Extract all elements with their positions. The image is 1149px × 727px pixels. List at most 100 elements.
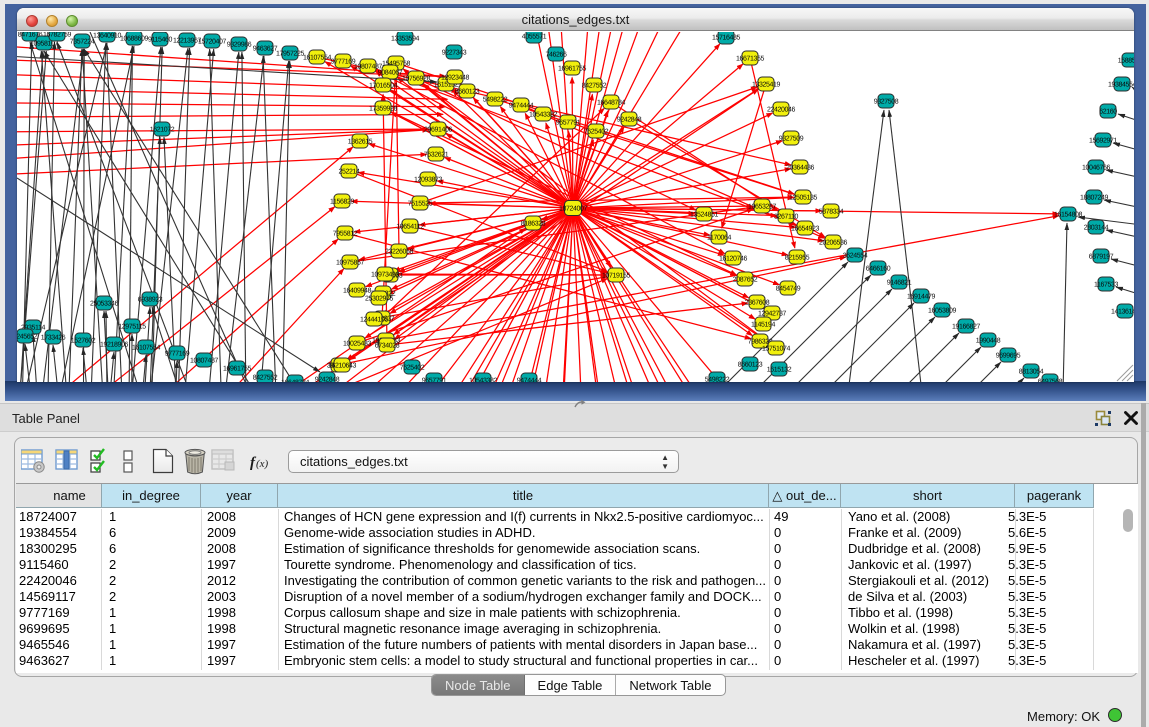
svg-text:7625402: 7625402: [584, 129, 609, 136]
svg-text:1527602: 1527602: [71, 338, 96, 345]
svg-text:18724007: 18724007: [559, 206, 587, 213]
svg-text:9227343: 9227343: [442, 50, 467, 57]
svg-text:9146821: 9146821: [887, 280, 912, 287]
svg-text:19166827: 19166827: [952, 324, 980, 331]
svg-text:12444195: 12444195: [360, 317, 388, 324]
svg-text:746266: 746266: [546, 52, 567, 59]
svg-text:20691406: 20691406: [424, 127, 452, 134]
svg-text:2367608: 2367608: [745, 300, 770, 307]
svg-text:6879197: 6879197: [1089, 254, 1114, 261]
svg-text:12942737: 12942737: [758, 311, 786, 318]
svg-text:16654923: 16654923: [791, 226, 819, 233]
svg-text:9242848: 9242848: [315, 377, 340, 383]
svg-text:12975115: 12975115: [118, 324, 146, 331]
svg-text:9777169: 9777169: [165, 351, 190, 358]
svg-text:7955812: 7955812: [333, 231, 358, 238]
svg-text:9084067: 9084067: [378, 70, 403, 77]
svg-text:16648784: 16648784: [281, 380, 309, 383]
svg-text:9657791: 9657791: [422, 378, 447, 383]
svg-text:10654112: 10654112: [396, 224, 424, 231]
svg-text:6466160: 6466160: [866, 266, 891, 273]
svg-text:9777169: 9777169: [331, 59, 356, 66]
svg-text:10719155: 10719155: [602, 273, 630, 280]
svg-text:8660123: 8660123: [455, 89, 480, 96]
svg-text:10543382: 10543382: [529, 112, 557, 119]
svg-text:9242848: 9242848: [617, 117, 642, 124]
svg-text:3267110: 3267110: [774, 214, 798, 221]
svg-text:4055571: 4055571: [522, 34, 547, 41]
svg-text:1615132: 1615132: [767, 367, 792, 374]
svg-text:5498222: 5498222: [705, 377, 730, 383]
svg-text:1170064: 1170064: [707, 235, 731, 242]
svg-text:10046766: 10046766: [1082, 165, 1110, 172]
svg-text:7357224: 7357224: [70, 39, 95, 46]
svg-text:9463627: 9463627: [253, 46, 278, 53]
svg-text:62160: 62160: [1099, 109, 1117, 116]
svg-text:10958107: 10958107: [30, 41, 58, 48]
svg-text:17957225: 17957225: [276, 51, 304, 58]
svg-text:1990448: 1990448: [976, 338, 1001, 345]
svg-text:9115460: 9115460: [148, 37, 172, 44]
svg-text:16107554: 16107554: [132, 345, 160, 352]
svg-text:9657791: 9657791: [556, 120, 581, 127]
svg-text:17016504: 17016504: [369, 83, 397, 90]
svg-text:19218906: 19218906: [100, 342, 128, 349]
svg-text:25302975: 25302975: [365, 296, 393, 303]
svg-text:9329986: 9329986: [227, 42, 252, 49]
svg-text:9699695: 9699695: [996, 353, 1021, 360]
svg-text:8813054: 8813054: [1019, 369, 1044, 376]
svg-text:6938923: 6938923: [138, 297, 163, 304]
svg-text:13353594: 13353594: [391, 36, 419, 43]
svg-text:6734028: 6734028: [375, 343, 400, 350]
svg-text:16671355: 16671355: [736, 56, 764, 63]
svg-text:20206536: 20206536: [819, 240, 847, 247]
svg-text:16914479: 16914479: [907, 294, 935, 301]
svg-text:10025433: 10025433: [343, 341, 371, 348]
svg-text:1156829: 1156829: [330, 199, 354, 206]
svg-text:5498222: 5498222: [483, 97, 508, 104]
svg-text:8660123: 8660123: [738, 362, 763, 369]
svg-text:8454749: 8454749: [776, 286, 801, 293]
svg-text:23226058: 23226058: [385, 249, 413, 256]
svg-text:9474444: 9474444: [509, 103, 534, 110]
svg-text:16961755: 16961755: [223, 366, 251, 373]
svg-text:12093873: 12093873: [414, 177, 442, 184]
svg-text:8186328: 8186328: [521, 221, 546, 228]
svg-text:15720407: 15720407: [198, 39, 226, 46]
svg-text:8427552: 8427552: [253, 375, 278, 382]
svg-text:1733426: 1733426: [41, 335, 66, 342]
svg-text:2087652: 2087652: [733, 277, 758, 284]
svg-text:22420046: 22420046: [767, 107, 795, 114]
svg-text:13524851: 13524851: [690, 212, 718, 219]
svg-text:10543382: 10543382: [469, 378, 497, 383]
svg-text:16409948: 16409948: [343, 288, 371, 295]
svg-text:2803144: 2803144: [1084, 225, 1109, 232]
svg-text:10688609: 10688609: [120, 36, 148, 43]
svg-text:(x): (x): [256, 458, 269, 470]
svg-text:252214: 252214: [339, 169, 360, 176]
svg-text:16782759: 16782759: [43, 32, 71, 39]
svg-text:10756928: 10756928: [402, 76, 430, 83]
svg-text:10973493: 10973493: [371, 272, 399, 279]
svg-text:16107554: 16107554: [303, 55, 331, 62]
svg-text:7625402: 7625402: [400, 365, 425, 372]
svg-text:10653267: 10653267: [748, 204, 776, 211]
svg-text:7632621: 7632621: [424, 152, 449, 159]
svg-text:19384554: 19384554: [1108, 82, 1134, 89]
svg-text:1588520: 1588520: [1118, 58, 1134, 65]
svg-text:20364436: 20364436: [786, 165, 814, 172]
svg-text:7515525: 7515525: [408, 201, 433, 208]
svg-text:16961755: 16961755: [558, 66, 586, 73]
svg-text:13325419: 13325419: [752, 82, 780, 89]
svg-text:12505135: 12505135: [789, 195, 817, 202]
svg-text:16120746: 16120746: [719, 256, 747, 263]
svg-text:8427552: 8427552: [582, 83, 607, 90]
svg-text:15751074: 15751074: [762, 346, 790, 353]
svg-text:14136141: 14136141: [1111, 309, 1134, 316]
svg-text:16154808: 16154808: [1054, 212, 1082, 219]
svg-text:9245652: 9245652: [17, 334, 38, 341]
svg-text:16210643: 16210643: [328, 363, 356, 370]
svg-text:1167533: 1167533: [1094, 282, 1118, 289]
svg-text:1145194: 1145194: [751, 322, 775, 329]
svg-text:10807487: 10807487: [190, 358, 218, 365]
